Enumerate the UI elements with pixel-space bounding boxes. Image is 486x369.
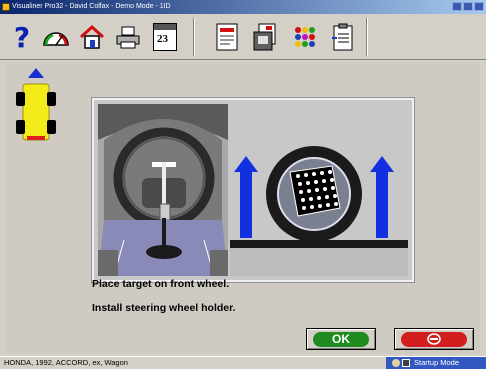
home-icon <box>79 24 105 49</box>
document-icon <box>253 23 276 51</box>
home-button[interactable] <box>76 20 108 54</box>
gauge-icon <box>43 32 69 46</box>
toolbar-separator <box>193 18 195 56</box>
instruction-line-1: Place target on front wheel. <box>92 278 230 290</box>
title-bar: Visualiner Pro32 - David Colfax - Demo M… <box>0 0 486 14</box>
help-icon: ? <box>13 20 31 54</box>
specifications-button[interactable] <box>288 20 322 54</box>
status-monitor-icon <box>402 359 410 367</box>
no-entry-icon <box>427 333 441 345</box>
vehicle-info: HONDA, 1992, ACCORD, ex, Wagon <box>4 358 128 367</box>
minimize-button[interactable] <box>452 2 462 11</box>
gauge-button[interactable] <box>40 20 72 54</box>
instruction-image <box>91 97 415 283</box>
ok-button-label: OK <box>332 332 350 346</box>
print-button[interactable] <box>112 20 144 54</box>
calendar-icon: 23 <box>153 23 177 51</box>
mode-label: Startup Mode <box>414 358 460 367</box>
instruction-line-2: Install steering wheel holder. <box>92 302 236 314</box>
app-icon <box>2 3 10 11</box>
status-bar: HONDA, 1992, ACCORD, ex, Wagon Startup M… <box>0 356 486 369</box>
ok-button[interactable]: OK <box>306 328 376 350</box>
window-controls <box>452 2 484 11</box>
checklist-icon <box>216 23 238 51</box>
color-dots-icon <box>295 27 315 47</box>
window-title: Visualiner Pro32 - David Colfax - Demo M… <box>12 3 171 10</box>
clipboard-button[interactable] <box>326 20 360 54</box>
cancel-button[interactable] <box>394 328 474 350</box>
main-panel: Place target on front wheel. Install ste… <box>6 62 480 354</box>
mode-indicator: Startup Mode <box>386 357 486 369</box>
maximize-button[interactable] <box>463 2 473 11</box>
checklist-button[interactable] <box>210 20 244 54</box>
report-button[interactable] <box>248 20 282 54</box>
toolbar: ? 23 <box>0 14 486 60</box>
vehicle-indicator-icon <box>16 68 56 141</box>
calendar-button[interactable]: 23 <box>148 20 182 54</box>
close-button[interactable] <box>474 2 484 11</box>
toolbar-separator <box>366 18 368 56</box>
status-person-icon <box>392 359 400 367</box>
clipboard-icon <box>332 23 353 51</box>
help-button[interactable]: ? <box>8 20 36 54</box>
application-window: Visualiner Pro32 - David Colfax - Demo M… <box>0 0 486 369</box>
calendar-date-label: 23 <box>157 33 168 45</box>
printer-icon <box>116 26 140 49</box>
